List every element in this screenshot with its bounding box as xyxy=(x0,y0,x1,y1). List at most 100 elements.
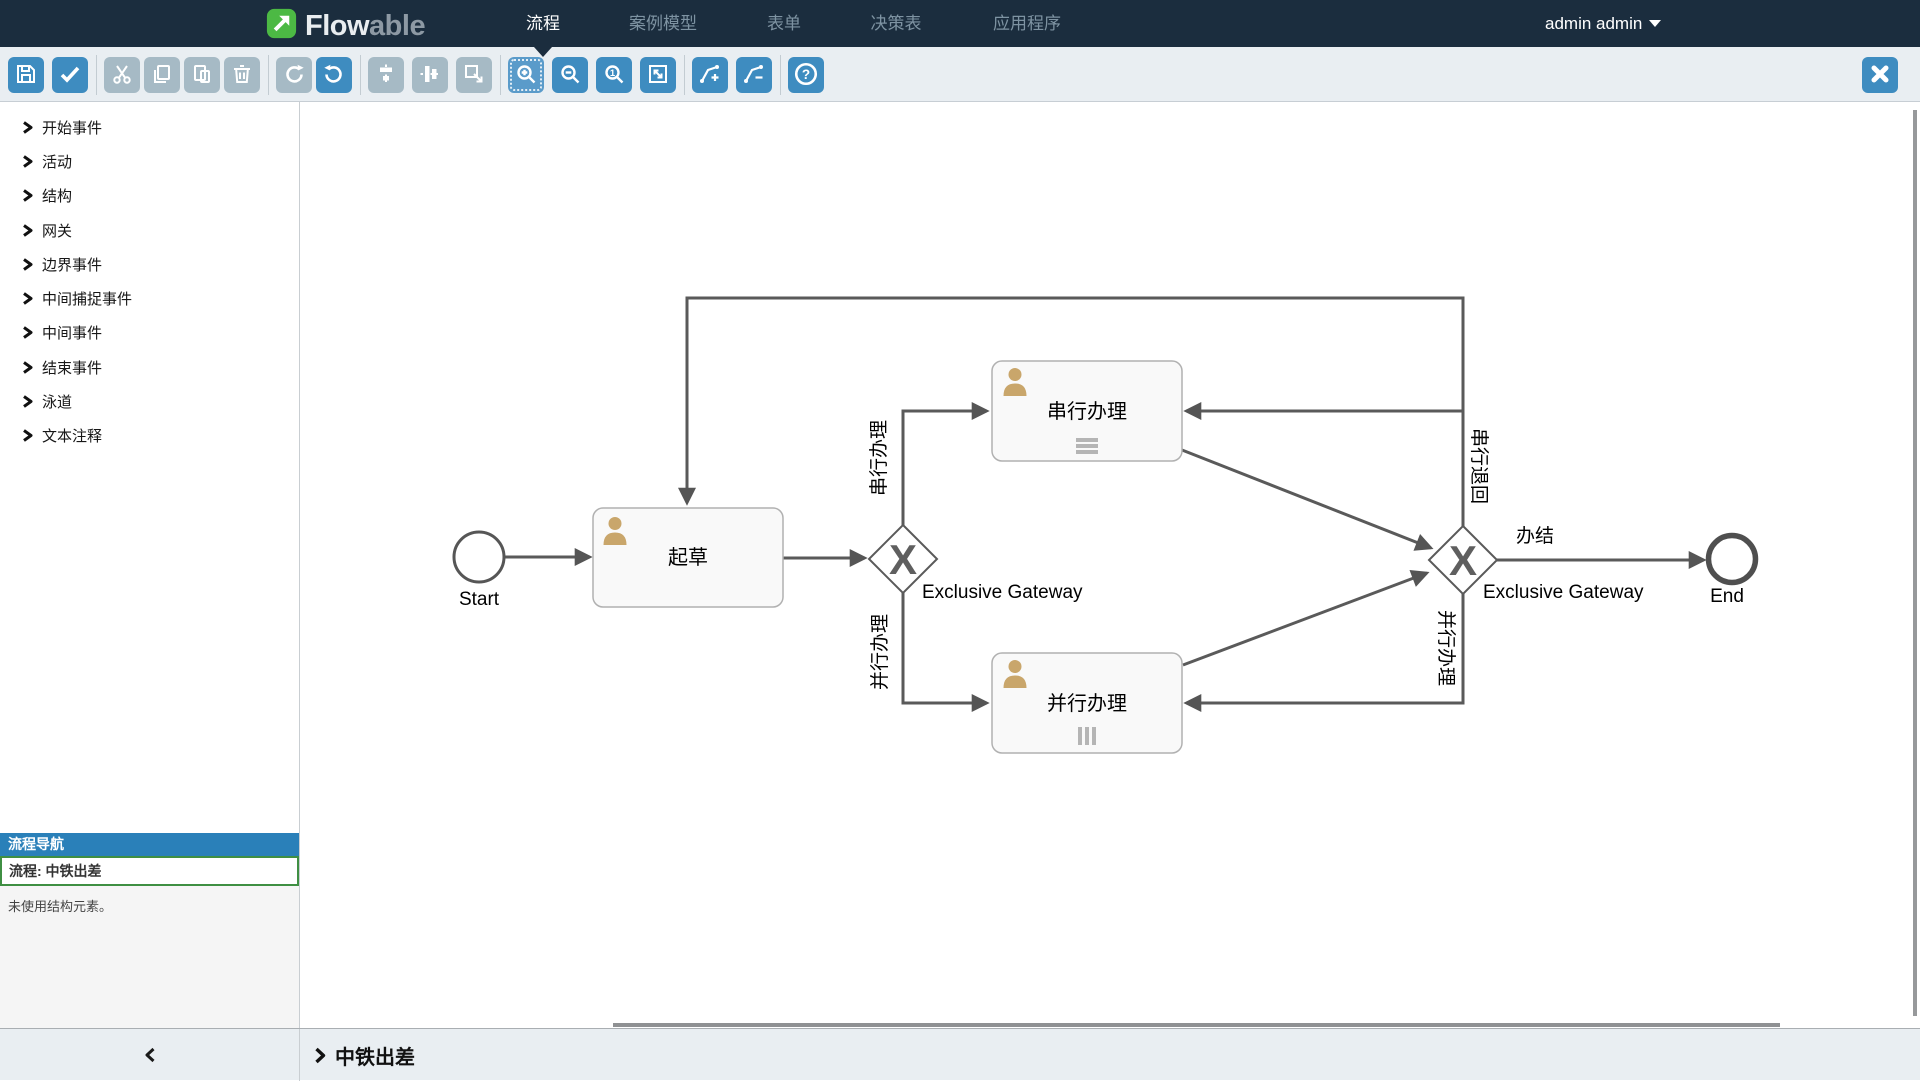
align-vertical-button[interactable] xyxy=(368,57,404,93)
copy-button[interactable] xyxy=(144,57,180,93)
align-vertical-icon xyxy=(374,62,398,89)
chevron-right-icon xyxy=(22,292,33,305)
palette-item-text-annotation[interactable]: 文本注释 xyxy=(0,419,299,453)
add-bendpoint-button[interactable] xyxy=(692,57,728,93)
chevron-right-icon xyxy=(22,326,33,339)
toolbar-separator xyxy=(500,55,501,95)
remove-bendpoint-button[interactable] xyxy=(736,57,772,93)
edge-serial-to-gateway2[interactable] xyxy=(1182,450,1431,548)
user-menu-label: admin admin xyxy=(1545,14,1642,34)
gateway-x-icon: X xyxy=(1449,537,1477,584)
validate-check-icon xyxy=(58,62,82,89)
collapse-sidebar-button[interactable] xyxy=(0,1029,300,1081)
palette-item-label: 活动 xyxy=(42,151,72,172)
cut-button[interactable] xyxy=(104,57,140,93)
chevron-right-icon xyxy=(22,121,33,134)
svg-text:1: 1 xyxy=(610,68,616,79)
chevron-right-icon xyxy=(22,429,33,442)
palette-item-gateways[interactable]: 网关 xyxy=(0,213,299,247)
navigator-header: 流程导航 xyxy=(0,833,299,856)
breadcrumb[interactable]: 中铁出差 xyxy=(314,1029,415,1081)
shape-palette: 开始事件 活动 结构 网关 边界事件 中间捕捉事件 中间事件 结束事件 泳道 文… xyxy=(0,110,299,453)
chevron-down-icon xyxy=(1649,20,1661,27)
flowable-logo-icon xyxy=(266,8,297,44)
navigator-empty-message: 未使用结构元素。 xyxy=(0,886,299,925)
tab-decision-tables[interactable]: 决策表 xyxy=(871,0,922,47)
delete-button[interactable] xyxy=(224,57,260,93)
horizontal-scrollbar[interactable] xyxy=(613,1023,1780,1027)
align-horizontal-icon xyxy=(418,62,442,89)
start-event[interactable] xyxy=(454,532,504,582)
edge-gateway1-to-serial[interactable] xyxy=(903,411,987,525)
zoom-in-icon xyxy=(514,62,538,89)
palette-item-label: 中间事件 xyxy=(42,322,102,343)
copy-icon xyxy=(150,62,174,89)
same-size-button[interactable] xyxy=(456,57,492,93)
redo-icon xyxy=(282,62,306,89)
edge-parallel-to-gateway2[interactable] xyxy=(1183,573,1427,665)
delete-trash-icon xyxy=(230,62,254,89)
flowable-brand[interactable]: Flowable xyxy=(266,8,425,44)
edge-label-serial-return: 串行退回 xyxy=(1468,428,1490,504)
user-menu[interactable]: admin admin xyxy=(1545,0,1661,47)
close-editor-button[interactable] xyxy=(1862,57,1898,93)
edge-gateway1-to-parallel[interactable] xyxy=(903,593,987,703)
zoom-fit-button[interactable] xyxy=(640,57,676,93)
zoom-in-button[interactable] xyxy=(508,57,544,93)
tab-apps[interactable]: 应用程序 xyxy=(993,0,1061,47)
task-serial-label: 串行办理 xyxy=(1047,400,1127,423)
palette-item-start-events[interactable]: 开始事件 xyxy=(0,110,299,144)
zoom-actual-button[interactable]: 1 xyxy=(596,57,632,93)
top-navbar: Flowable 流程 案例模型 表单 决策表 应用程序 admin admin xyxy=(0,0,1920,47)
tab-case-models[interactable]: 案例模型 xyxy=(629,0,697,47)
edge-label-serial-route: 串行办理 xyxy=(868,420,890,496)
toolbar-separator xyxy=(360,55,361,95)
palette-item-swimlanes[interactable]: 泳道 xyxy=(0,384,299,418)
chevron-right-icon xyxy=(22,224,33,237)
palette-item-label: 文本注释 xyxy=(42,425,102,446)
zoom-actual-icon: 1 xyxy=(602,62,626,89)
edge-label-parallel-return: 并行办理 xyxy=(1435,610,1457,686)
palette-item-label: 边界事件 xyxy=(42,254,102,275)
process-title: 中铁出差 xyxy=(335,1041,415,1070)
task-draft[interactable]: 起草 xyxy=(593,508,783,607)
chevron-right-icon xyxy=(22,258,33,271)
end-event-label: End xyxy=(1710,586,1744,607)
tab-processes[interactable]: 流程 xyxy=(526,0,560,47)
help-button[interactable]: ? xyxy=(788,57,824,93)
palette-item-label: 结构 xyxy=(42,185,72,206)
parallel-multi-instance-icon xyxy=(1078,727,1096,745)
zoom-out-icon xyxy=(558,62,582,89)
save-icon xyxy=(14,62,38,89)
task-serial[interactable]: 串行办理 xyxy=(992,361,1182,461)
zoom-fit-icon xyxy=(646,62,670,89)
palette-item-label: 网关 xyxy=(42,220,72,241)
align-horizontal-button[interactable] xyxy=(412,57,448,93)
active-tab-caret xyxy=(534,47,552,57)
paste-button[interactable] xyxy=(184,57,220,93)
paste-icon xyxy=(190,62,214,89)
status-bar: 中铁出差 xyxy=(0,1028,1920,1080)
palette-item-structure[interactable]: 结构 xyxy=(0,179,299,213)
process-navigator-panel: 流程导航 流程: 中铁出差 未使用结构元素。 xyxy=(0,833,299,1028)
end-event[interactable] xyxy=(1709,536,1756,583)
palette-item-boundary-events[interactable]: 边界事件 xyxy=(0,247,299,281)
zoom-out-button[interactable] xyxy=(552,57,588,93)
vertical-scrollbar[interactable] xyxy=(1913,110,1917,1016)
undo-button[interactable] xyxy=(316,57,352,93)
bpmn-canvas[interactable]: 串行办理 并行办理 串行退回 并行办理 办结 Start 起草 串行办理 并行办… xyxy=(300,102,1920,1028)
validate-button[interactable] xyxy=(52,57,88,93)
palette-item-activities[interactable]: 活动 xyxy=(0,144,299,178)
same-size-icon xyxy=(462,62,486,89)
task-parallel[interactable]: 并行办理 xyxy=(992,653,1182,753)
start-event-label: Start xyxy=(459,589,500,610)
chevron-left-icon xyxy=(144,1047,156,1063)
tab-forms[interactable]: 表单 xyxy=(767,0,801,47)
chevron-right-icon xyxy=(22,155,33,168)
palette-item-intermediate-catching-events[interactable]: 中间捕捉事件 xyxy=(0,281,299,315)
redo-button[interactable] xyxy=(276,57,312,93)
save-button[interactable] xyxy=(8,57,44,93)
palette-item-intermediate-events[interactable]: 中间事件 xyxy=(0,316,299,350)
navigator-selected-process[interactable]: 流程: 中铁出差 xyxy=(0,856,299,886)
palette-item-end-events[interactable]: 结束事件 xyxy=(0,350,299,384)
